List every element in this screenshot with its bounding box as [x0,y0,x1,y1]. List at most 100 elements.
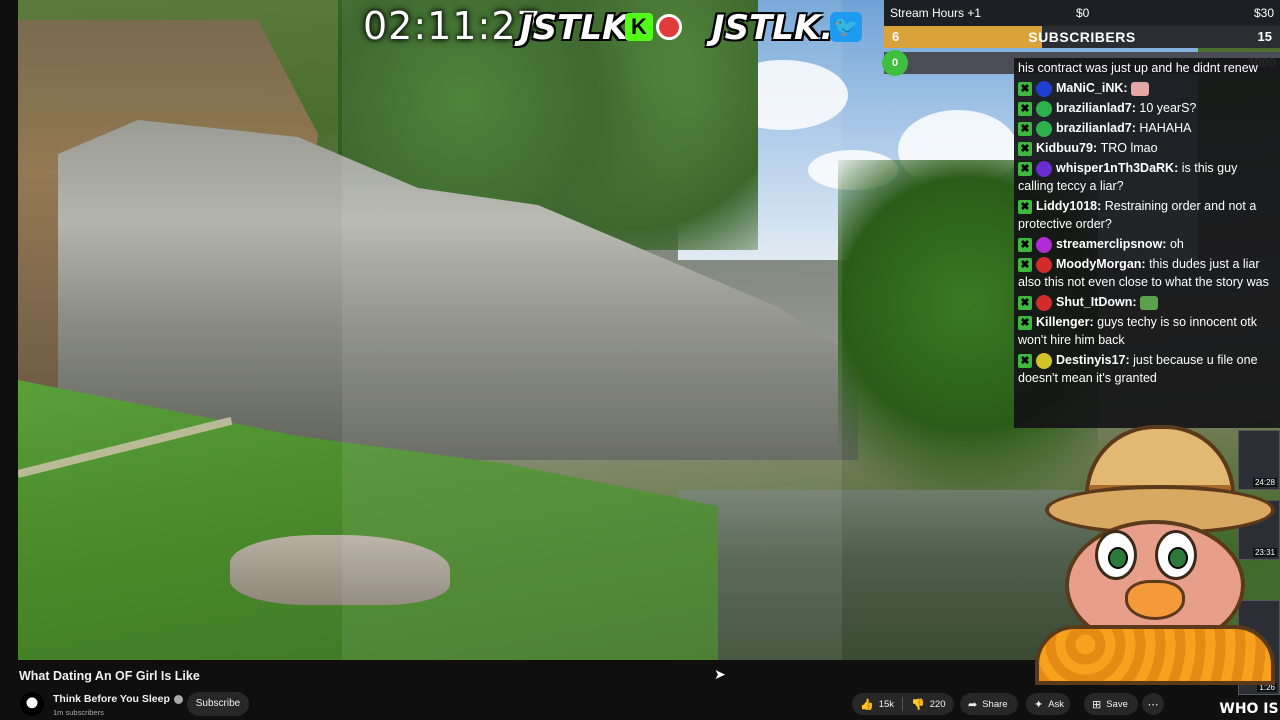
share-button[interactable]: ➦ Share [960,693,1018,715]
user-badge-icon [1036,352,1052,369]
subs-label: SUBSCRIBERS [1028,29,1136,45]
save-button[interactable]: ⊞ Save [1084,693,1138,715]
chat-message: ✖ streamerclipsnow: oh [1016,234,1278,254]
verified-icon [173,694,183,704]
record-icon [656,14,682,40]
chat-text: TRO lmao [1100,141,1158,155]
moderator-icon[interactable]: ✖ [1018,161,1032,176]
amount-current: $0 [1076,6,1090,20]
like-count[interactable]: 15k [879,699,894,710]
chat-message: ✖ Kidbuu79: TRO lmao [1016,138,1278,158]
chat-username[interactable]: Kidbuu79 [1036,141,1093,155]
chat-username[interactable]: MaNiC_iNK [1056,81,1123,95]
chat-message: ✖ MoodyMorgan: this dudes just a liar als… [1016,254,1278,292]
user-badge-icon [1036,236,1052,253]
more-button[interactable]: ⋯ [1142,693,1164,715]
subscribe-button[interactable]: Subscribe [187,692,249,716]
chat-separator: : [1174,161,1182,175]
moderator-icon[interactable]: ✖ [1018,315,1032,330]
user-badge-icon [1036,100,1052,117]
emote-icon [1131,81,1150,96]
moderator-icon[interactable]: ✖ [1018,257,1032,272]
ask-label: Ask [1048,698,1065,710]
save-label: Save [1106,698,1128,710]
user-badge-icon [1036,256,1052,273]
mascot-eye [1095,530,1137,580]
moderator-icon[interactable]: ✖ [1018,101,1032,116]
channel-avatar[interactable] [20,692,44,716]
subscriber-goal-bar: 6 SUBSCRIBERS 15 [884,26,1280,48]
who-banner: WHO IS [1218,698,1280,720]
user-badge-icon [1036,120,1052,137]
chat-username[interactable]: whisper1nTh3DaRK [1056,161,1174,175]
chat-text: oh [1169,237,1184,251]
chat-username[interactable]: Liddy1018 [1036,199,1097,213]
chat-message: ✖ brazilianlad7: HAHAHA [1016,118,1278,138]
subs-goal: 15 [1257,29,1272,44]
mascot-eye [1155,530,1197,580]
chat-separator: : [1162,237,1170,251]
moderator-icon[interactable]: ✖ [1018,295,1032,310]
kick-icon: K [625,13,653,41]
mascot-shirt [1035,625,1275,685]
moderator-icon[interactable]: ✖ [1018,81,1032,96]
chat-username[interactable]: Destinyis17 [1056,353,1125,367]
chat-message: ✖ Liddy1018: Restraining order and not a … [1016,196,1278,234]
chat-separator: : [1141,257,1150,271]
chat-message: ✖ whisper1nTh3DaRK: is this guy calling t… [1016,158,1278,196]
channel-name-text[interactable]: Think Before You Sleep [53,693,170,705]
chat-separator: : [1125,353,1134,367]
chat-username[interactable]: MoodyMorgan [1056,257,1141,271]
chat-username[interactable]: Killenger [1036,315,1090,329]
share-icon: ➦ [968,697,978,711]
chat-separator: : [1097,199,1105,213]
mouse-cursor-icon: ➤ [714,667,726,683]
chat-text: just because u file one doesn't mean it'… [1018,353,1258,385]
like-icon[interactable]: 👍 [860,698,874,711]
more-icon: ⋯ [1147,697,1159,711]
subscriber-count: 1m subscribers [53,708,104,717]
dislike-icon[interactable]: 👎 [911,698,925,711]
chat-separator: : [1089,315,1098,329]
divider [902,697,904,711]
translucent-overlay [342,0,842,660]
progress-start: 0 [882,50,908,76]
twitter-icon: 🐦 [830,12,862,42]
chat-separator: : [1123,81,1132,95]
mascot-beak [1125,580,1185,620]
chat-username[interactable]: streamerclipsnow [1056,237,1162,251]
chat-message: ✖ MaNiC_iNK: [1016,78,1278,98]
chat-message: ✖ Killenger: guys techy is so innocent ot… [1016,312,1278,350]
video-title: What Dating An OF Girl Is Like [19,669,200,683]
brand-logo-left: JSTLK [520,8,629,48]
chat-message: ✖ Shut_ItDown: [1016,292,1278,312]
amount-goal: $30 [1253,6,1274,20]
moderator-icon[interactable]: ✖ [1018,199,1032,214]
chat-message: his contract was just up and he didnt re… [1016,58,1278,78]
chat-separator: : [1092,141,1101,155]
chat-text: his contract was just up and he didnt re… [1018,61,1258,75]
share-label: Share [982,698,1008,710]
channel-name[interactable]: Think Before You Sleep [53,693,183,705]
chat-text: 10 yearS? [1139,101,1197,115]
moderator-icon[interactable]: ✖ [1018,353,1032,368]
stream-hours-row: Stream Hours +1 $0 $30 [884,0,1280,26]
chat-username[interactable]: brazilianlad7 [1056,121,1132,135]
chat-username[interactable]: Shut_ItDown [1056,295,1132,309]
ask-button[interactable]: ✦ Ask [1026,693,1070,715]
mascot-avatar [1025,425,1275,685]
moderator-icon[interactable]: ✖ [1018,121,1032,136]
chat-separator: : [1132,295,1141,309]
dislike-count[interactable]: 220 [930,699,946,710]
moderator-icon[interactable]: ✖ [1018,237,1032,252]
chat-username[interactable]: brazilianlad7 [1056,101,1132,115]
moderator-icon[interactable]: ✖ [1018,141,1032,156]
brand-logo-right: JSTLK. [712,8,834,48]
user-badge-icon [1036,80,1052,97]
emote-icon [1140,295,1159,310]
stream-timer: 02:11:27 [363,4,542,48]
chat-text: HAHAHA [1139,121,1192,135]
user-badge-icon [1036,294,1052,311]
like-dislike-group: 👍 15k 👎 220 [852,693,954,715]
save-icon: ⊞ [1092,697,1102,711]
